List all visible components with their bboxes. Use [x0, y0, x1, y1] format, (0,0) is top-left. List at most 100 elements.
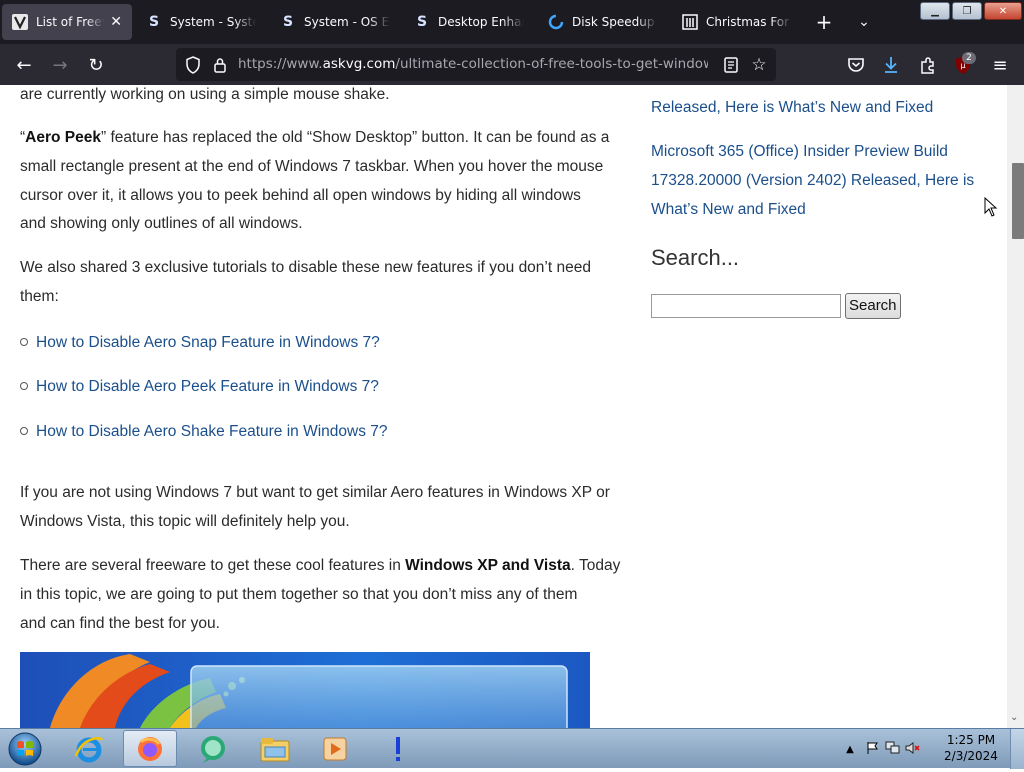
taskbar-windows-explorer[interactable] — [248, 730, 302, 767]
sidebar-link-clipped[interactable] — [651, 85, 981, 90]
tab-desktop-enhanc[interactable]: S Desktop Enhanc — [404, 4, 534, 40]
paragraph-line: If you are not using Windows 7 but want … — [20, 484, 610, 501]
circle-bullet-icon — [20, 427, 28, 435]
window-controls: ▁ ❐ ✕ — [920, 2, 1022, 20]
url-path: /ultimate-collection-of-free-tools-to-ge… — [395, 56, 708, 72]
download-icon — [885, 57, 897, 73]
lock-icon[interactable] — [207, 52, 233, 78]
close-tab-icon[interactable]: ✕ — [110, 14, 122, 30]
search-button[interactable]: Search — [845, 293, 901, 319]
minimize-button[interactable]: ▁ — [920, 2, 950, 20]
close-window-button[interactable]: ✕ — [984, 2, 1022, 20]
xp-vista-paragraph: If you are not using Windows 7 but want … — [20, 479, 610, 537]
scroll-down-arrow-icon[interactable]: ⌄ — [1010, 712, 1018, 723]
volume-muted-icon[interactable] — [903, 741, 923, 758]
pocket-icon — [848, 58, 864, 72]
tab-title: System - System — [170, 15, 256, 29]
internet-explorer-icon — [74, 736, 104, 762]
system-tray: ▲ — [843, 729, 923, 769]
close-icon: ✕ — [998, 5, 1008, 17]
tab-system-os-enh[interactable]: S System - OS Enh — [270, 4, 400, 40]
new-tab-button[interactable]: + — [810, 8, 838, 36]
puzzle-icon — [921, 57, 934, 74]
taskbar-internet-explorer[interactable] — [62, 730, 116, 767]
extensions-button[interactable] — [915, 52, 941, 78]
tab-list-of-freeware[interactable]: List of Freeware ✕ — [2, 4, 132, 40]
sidebar-link-office-insider[interactable]: Microsoft 365 (Office) Insider Preview B… — [651, 138, 991, 224]
paragraph-line: We also shared 3 exclusive tutorials to … — [20, 259, 591, 276]
plus-icon: + — [815, 10, 833, 34]
url-text[interactable]: https://www.askvg.com/ultimate-collectio… — [238, 48, 708, 81]
link-line: What’s New and Fixed — [651, 200, 806, 218]
s-favicon-icon: S — [416, 14, 428, 30]
mouse-cursor-icon — [984, 197, 998, 217]
taskbar-firefox[interactable] — [123, 730, 177, 767]
paragraph-text: ” feature has replaced the old “Show Des… — [101, 129, 610, 146]
show-desktop-button[interactable] — [1010, 729, 1024, 769]
tab-title: Desktop Enhanc — [438, 15, 524, 29]
navigation-toolbar: ← → ↻ https://www.askvg.com/ultimate-col… — [0, 44, 1024, 85]
list-all-tabs-button[interactable]: ⌄ — [850, 8, 878, 36]
start-button[interactable] — [5, 730, 45, 768]
taskbar-clock[interactable]: 1:25 PM 2/3/2024 — [940, 732, 1002, 764]
tab-christmas[interactable]: Christmas For W — [672, 4, 802, 40]
sidebar-link-release-notes[interactable]: Released, Here is What’s New and Fixed — [651, 94, 933, 123]
paragraph-line: cursor over it, it allows you to peek be… — [20, 186, 581, 204]
tab-strip: List of Freeware ✕ S System - System S S… — [0, 0, 1024, 44]
circle-bullet-icon — [20, 382, 28, 390]
firefox-icon — [138, 736, 162, 761]
arrow-left-icon: ← — [16, 54, 32, 76]
bookmark-star-icon[interactable]: ☆ — [746, 52, 772, 78]
paragraph-text: . Today — [570, 557, 621, 574]
paragraph-line: There are several freeware to get these … — [20, 552, 620, 581]
tab-system-system[interactable]: S System - System — [136, 4, 266, 40]
list-item: How to Disable Aero Shake Feature in Win… — [20, 418, 388, 447]
application-menu-button[interactable]: ≡ — [987, 52, 1013, 78]
reload-icon: ↻ — [88, 54, 104, 76]
taskbar-messenger[interactable] — [186, 730, 240, 767]
article-image — [20, 652, 590, 728]
link-disable-aero-shake[interactable]: How to Disable Aero Shake Feature in Win… — [36, 423, 388, 440]
tab-title: List of Freeware — [36, 15, 104, 29]
folder-icon — [260, 737, 290, 761]
link-line: Microsoft 365 (Office) Insider Preview B… — [651, 143, 948, 160]
xp-vista-bold: Windows XP and Vista — [405, 557, 571, 574]
restore-button[interactable]: ❐ — [952, 2, 982, 20]
link-disable-aero-peek[interactable]: How to Disable Aero Peek Feature in Wind… — [36, 378, 379, 395]
back-button[interactable]: ← — [11, 52, 37, 78]
network-icon[interactable] — [883, 741, 903, 758]
ublock-count-badge: 2 — [962, 52, 976, 64]
freeware-paragraph: There are several freeware to get these … — [20, 552, 620, 638]
ublock-origin-button[interactable]: μ 2 — [950, 52, 976, 78]
chat-bubble-icon — [201, 735, 225, 763]
taskbar-alert-app[interactable] — [371, 730, 425, 767]
askvg-favicon-icon — [12, 14, 28, 30]
scrollbar-thumb[interactable] — [1012, 163, 1024, 239]
reader-view-icon[interactable] — [718, 52, 744, 78]
reload-button[interactable]: ↻ — [83, 52, 109, 78]
tutorials-paragraph: We also shared 3 exclusive tutorials to … — [20, 254, 591, 312]
downloads-button[interactable] — [878, 52, 904, 78]
article-text: are currently working on using a simple … — [20, 86, 390, 103]
url-bar[interactable]: https://www.askvg.com/ultimate-collectio… — [176, 48, 776, 81]
taskbar-media-player[interactable] — [308, 730, 362, 767]
clock-date: 2/3/2024 — [944, 749, 998, 763]
windows-7-screenshot-image — [50, 654, 568, 728]
forward-button[interactable]: → — [47, 52, 73, 78]
tab-disk-speedup[interactable]: Disk Speedup - R — [538, 4, 668, 40]
link-disable-aero-snap[interactable]: How to Disable Aero Snap Feature in Wind… — [36, 334, 380, 351]
circle-bullet-icon — [20, 338, 28, 346]
list-item: How to Disable Aero Snap Feature in Wind… — [20, 329, 380, 358]
tab-title: Disk Speedup - R — [572, 15, 658, 29]
search-input[interactable] — [651, 294, 841, 318]
action-center-flag-icon[interactable] — [863, 741, 883, 758]
page-content: are currently working on using a simple … — [0, 85, 1024, 728]
pocket-button[interactable] — [843, 52, 869, 78]
paragraph-line: in this topic, we are going to put them … — [20, 585, 578, 603]
page-scrollbar[interactable]: ⌄ — [1007, 85, 1024, 728]
search-heading: Search... — [651, 245, 740, 270]
shield-icon[interactable] — [180, 52, 206, 78]
hamburger-icon: ≡ — [992, 54, 1008, 76]
media-player-icon — [323, 737, 347, 760]
show-hidden-icons-button[interactable]: ▲ — [843, 744, 857, 755]
